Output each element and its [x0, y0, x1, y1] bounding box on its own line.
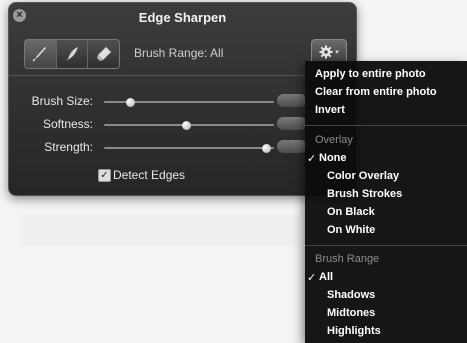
menu-item-overlay-none[interactable]: ✓ None [307, 152, 347, 165]
brush-size-slider[interactable] [104, 98, 274, 107]
checkmark-icon: ✓ [307, 153, 317, 165]
brush-size-label: Brush Size: [31, 94, 93, 108]
menu-item-range-all[interactable]: ✓ All [307, 271, 334, 284]
brush-range-section-header: Brush Range [315, 253, 380, 265]
title-bar: × Edge Sharpen [9, 3, 356, 31]
menu-item-brush-strokes[interactable]: Brush Strokes [327, 188, 402, 200]
menu-item-invert[interactable]: Invert [315, 104, 345, 116]
gear-icon [319, 45, 333, 59]
eraser-icon [96, 46, 112, 61]
menu-item-label: All [319, 271, 334, 283]
menu-item-color-overlay[interactable]: Color Overlay [327, 170, 399, 182]
brush-range-label: Brush Range: All [134, 46, 224, 60]
brush-icon [32, 46, 47, 62]
feather-brush-icon [66, 47, 78, 61]
dropdown-arrow-icon: ▾ [335, 49, 339, 56]
brush-size-value-field[interactable] [277, 94, 307, 107]
menu-item-range-highlights[interactable]: Highlights [327, 325, 381, 337]
eraser-tool-button[interactable] [88, 40, 119, 68]
brush-size-slider-knob[interactable] [125, 98, 135, 107]
menu-separator [305, 245, 467, 246]
background-faded-area [20, 215, 300, 245]
softness-label: Softness: [42, 117, 93, 131]
checkmark-icon: ✓ [100, 170, 109, 181]
softness-slider[interactable] [104, 121, 274, 130]
strength-label: Strength: [44, 140, 93, 154]
detect-edges-checkbox[interactable]: ✓ [98, 169, 111, 182]
menu-item-range-shadows[interactable]: Shadows [327, 289, 375, 301]
divider [9, 75, 356, 76]
softness-value-field[interactable] [277, 117, 307, 130]
strength-slider-knob[interactable] [261, 144, 271, 153]
settings-menu: Apply to entire photo Clear from entire … [305, 61, 467, 343]
menu-item-on-white[interactable]: On White [327, 224, 375, 236]
softness-slider-knob[interactable] [181, 121, 191, 130]
menu-item-apply-entire-photo[interactable]: Apply to entire photo [315, 68, 426, 80]
menu-separator [305, 125, 467, 126]
feather-brush-tool-button[interactable] [57, 40, 89, 68]
checkmark-icon: ✓ [307, 272, 317, 284]
menu-item-on-black[interactable]: On Black [327, 206, 375, 218]
strength-slider[interactable] [104, 144, 274, 153]
sharpen-brush-tool-button[interactable] [25, 40, 57, 68]
brush-tool-group [24, 39, 120, 69]
overlay-section-header: Overlay [315, 134, 353, 146]
menu-item-range-midtones[interactable]: Midtones [327, 307, 375, 319]
menu-item-label: None [319, 152, 347, 164]
strength-value-field[interactable] [277, 140, 307, 153]
menu-item-clear-entire-photo[interactable]: Clear from entire photo [315, 86, 437, 98]
panel-title: Edge Sharpen [138, 10, 227, 25]
detect-edges-label: Detect Edges [113, 168, 186, 182]
